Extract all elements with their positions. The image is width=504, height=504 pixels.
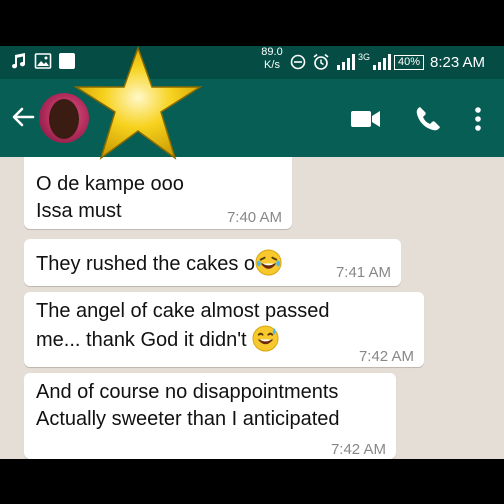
arrow-left-icon[interactable]	[10, 104, 36, 130]
message-bubble[interactable]: O de kampe ooo Issa must 7:40 AM	[24, 157, 292, 229]
header-actions	[350, 105, 482, 133]
more-options-icon[interactable]	[474, 106, 482, 132]
music-note-icon	[12, 53, 26, 69]
message-time: 7:42 AM	[358, 348, 414, 365]
top-black-band	[0, 0, 504, 46]
message-time: 7:41 AM	[335, 264, 391, 281]
image-icon	[34, 53, 52, 69]
chat-messages: O de kampe ooo Issa must 7:40 AM They ru…	[0, 157, 504, 459]
message-text: The angel of cake almost passed me... th…	[36, 300, 330, 352]
message-text: And of course no disappointments Actuall…	[36, 381, 340, 430]
alarm-clock-icon	[313, 53, 329, 70]
sweat-smile-face-icon	[252, 325, 279, 352]
message-text: O de kampe ooo Issa must	[36, 173, 184, 222]
signal-strength-icon	[337, 54, 355, 70]
star-icon	[73, 45, 203, 160]
network-speed: 89.0 K/s	[261, 46, 283, 71]
message-time: 7:40 AM	[226, 209, 282, 226]
message-bubble[interactable]: They rushed the cakes o 7:41 AM	[24, 239, 401, 286]
status-time: 8:23 AM	[430, 54, 486, 71]
message-bubble[interactable]: And of course no disappointments Actuall…	[24, 373, 396, 459]
message-text: They rushed the cakes o	[36, 249, 282, 278]
status-left-icons	[10, 52, 76, 70]
do-not-disturb-icon	[290, 54, 306, 70]
battery-indicator: 40%	[394, 55, 425, 70]
network-type-label: 3G	[358, 52, 371, 62]
laughing-face-icon	[255, 249, 282, 276]
status-right-icons: 3G	[290, 52, 392, 71]
bottom-black-band	[0, 459, 504, 504]
message-bubble[interactable]: The angel of cake almost passed me... th…	[24, 292, 424, 367]
message-time: 7:42 AM	[330, 441, 386, 458]
voice-call-icon[interactable]	[414, 105, 442, 133]
video-call-icon[interactable]	[350, 108, 382, 130]
signal-strength-2-icon	[373, 54, 392, 70]
